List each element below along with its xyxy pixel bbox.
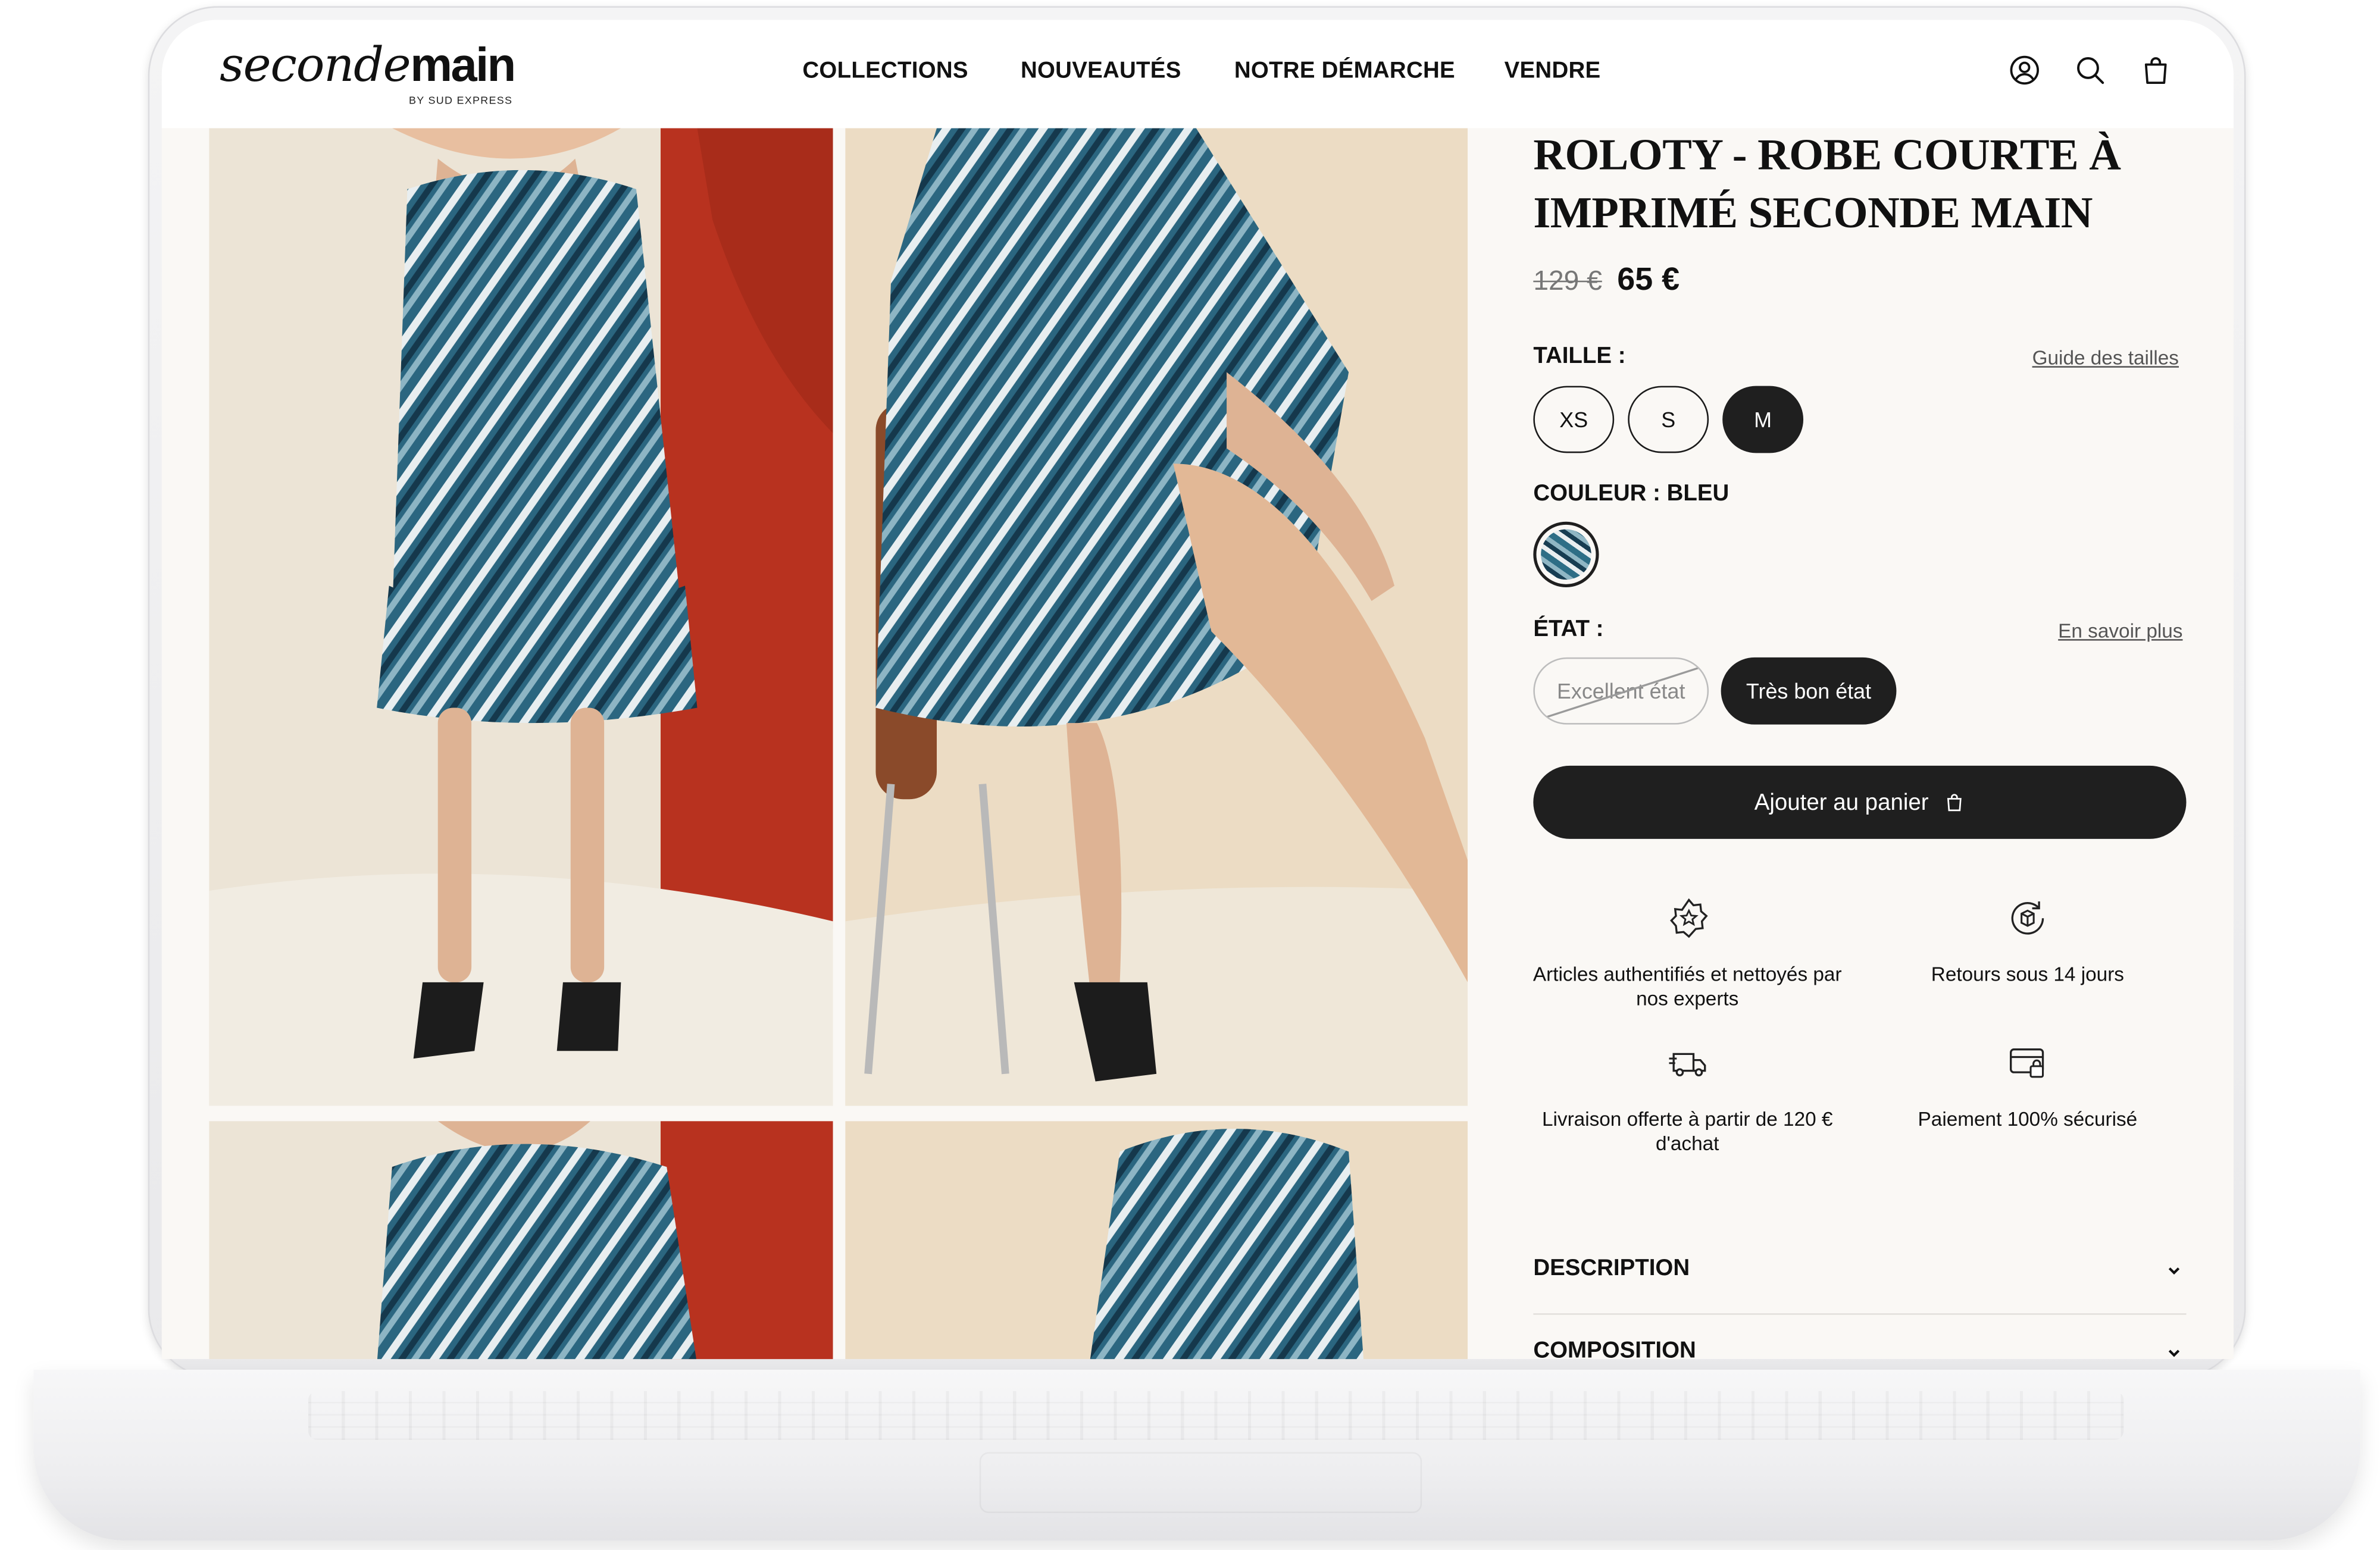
brand-logo[interactable]: secondemain BY SUD EXPRESS — [220, 38, 525, 114]
nav-nouveautes[interactable]: NOUVEAUTÉS — [1021, 58, 1181, 84]
product-photo-closeup-image — [209, 1121, 833, 1360]
chevron-down-icon — [2168, 1349, 2180, 1357]
size-guide-link[interactable]: Guide des tailles — [2032, 346, 2179, 369]
laptop-mockup: secondemain BY SUD EXPRESS COLLECTIONS N… — [0, 0, 2380, 1550]
condition-option-tres-bon[interactable]: Très bon état — [1721, 657, 1897, 725]
secure-card-icon — [2010, 1048, 2044, 1078]
bag-icon — [1947, 794, 1962, 812]
unavailable-strike-icon — [1546, 667, 1699, 718]
accordion-divider — [1533, 1313, 2187, 1315]
feature-secure-payment-text: Paiement 100% sécurisé — [1918, 1107, 2138, 1131]
size-label: TAILLE : — [1533, 343, 1626, 370]
search-icon[interactable] — [2073, 54, 2107, 87]
product-photo-standing-image — [209, 128, 833, 1106]
product-photo-seated-image — [845, 128, 1468, 1106]
color-label: COULEUR : BLEU — [1533, 480, 1730, 507]
condition-label: ÉTAT : — [1533, 616, 1604, 643]
nav-collections[interactable]: COLLECTIONS — [802, 58, 968, 84]
accordion-composition[interactable]: COMPOSITION — [1533, 1323, 2186, 1360]
size-option-s[interactable]: S — [1628, 386, 1709, 453]
add-to-cart-button[interactable]: Ajouter au panier — [1533, 765, 2187, 839]
accordion-composition-title: COMPOSITION — [1533, 1338, 1696, 1360]
feature-returns-text: Retours sous 14 jours — [1931, 962, 2124, 986]
original-price: 129 € — [1533, 265, 1602, 296]
nav-vendre[interactable]: VENDRE — [1505, 58, 1601, 84]
swatch-print-pattern — [1541, 529, 1591, 580]
product-photo-back-image — [845, 1121, 1468, 1360]
logo-script-word: seconde — [220, 38, 411, 93]
badge-star-icon — [1670, 898, 1708, 938]
size-option-xs[interactable]: XS — [1533, 386, 1615, 453]
accordion-description-title: DESCRIPTION — [1533, 1255, 1690, 1282]
returns-box-icon — [2011, 901, 2044, 935]
product-photo-2[interactable] — [845, 128, 1468, 1106]
laptop-keyboard — [308, 1391, 2124, 1440]
condition-option-excellent[interactable]: Excellent état — [1533, 657, 1709, 725]
sale-price: 65 € — [1617, 262, 1680, 298]
feature-authenticated-text: Articles authentifiés et nettoyés par no… — [1533, 962, 1842, 1010]
laptop-base — [33, 1370, 2360, 1541]
product-title: ROLOTY - ROBE COURTE À IMPRIMÉ SECONDE M… — [1533, 131, 2121, 238]
color-swatch-bleu[interactable] — [1533, 521, 1599, 587]
nav-notre-demarche[interactable]: NOTRE DÉMARCHE — [1234, 58, 1455, 84]
account-icon[interactable] — [2008, 54, 2041, 87]
shopping-bag-icon[interactable] — [2139, 54, 2172, 87]
size-option-m[interactable]: M — [1722, 386, 1804, 453]
logo-bold-word: main — [410, 38, 516, 92]
product-photo-1[interactable] — [209, 128, 833, 1106]
product-photo-3[interactable] — [209, 1121, 833, 1360]
chevron-down-icon — [2168, 1267, 2180, 1275]
site-header: secondemain BY SUD EXPRESS COLLECTIONS N… — [161, 20, 2234, 129]
condition-info-link[interactable]: En savoir plus — [2058, 619, 2182, 642]
accordion-description[interactable]: DESCRIPTION — [1533, 1240, 2186, 1301]
feature-delivery-text: Livraison offerte à partir de 120 € d'ac… — [1541, 1107, 1833, 1155]
delivery-truck-icon — [1669, 1053, 1706, 1076]
product-photo-4[interactable] — [845, 1121, 1468, 1360]
logo-tagline: BY SUD EXPRESS — [409, 96, 513, 107]
add-to-cart-label: Ajouter au panier — [1754, 789, 1929, 816]
browser-screen: secondemain BY SUD EXPRESS COLLECTIONS N… — [161, 20, 2234, 1360]
laptop-touchpad — [979, 1452, 1422, 1513]
